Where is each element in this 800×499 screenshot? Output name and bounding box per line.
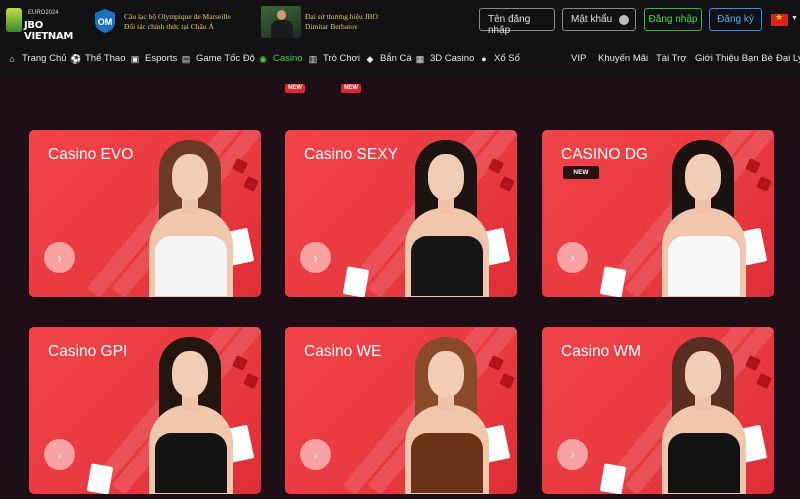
new-badge: NEW — [563, 166, 599, 179]
nav-item-vip[interactable]: VIP — [571, 53, 586, 67]
nav-item-casino[interactable]: ◉ Casino — [258, 53, 303, 67]
nav-item-sports[interactable]: ⚽ Thể Thao — [70, 53, 126, 67]
game-card-title: CASINO DG — [561, 146, 648, 163]
game-card-casino-gpi[interactable]: Casino GPI › — [29, 327, 261, 494]
playing-cards-icon — [599, 463, 627, 494]
ambassador-line-1: Đại sứ thương hiệu JBO — [305, 12, 378, 21]
dealer-image — [650, 335, 768, 494]
sponsor-icon — [6, 8, 22, 32]
nav-label: Bắn Cá — [380, 53, 412, 64]
partner-text: Câu lạc bộ Olympique de Marseille Đối tá… — [124, 12, 254, 32]
nav-label: Trang Chủ — [22, 53, 67, 64]
slot-machine-icon: ▥ — [308, 54, 318, 64]
playing-cards-icon — [342, 266, 370, 297]
ambassador-line-2: Dimitar Berbatov — [305, 22, 358, 31]
chevron-right-icon[interactable]: › — [44, 439, 75, 470]
game-card-casino-dg[interactable]: CASINO DG NEW › — [542, 130, 774, 297]
site-logo[interactable]: EURO2024 JBO VIETNAM — [6, 6, 84, 42]
nav-label: Trò Chơi — [323, 53, 361, 64]
nav-item-referral[interactable]: Giới Thiệu Bạn Bè — [695, 53, 773, 67]
username-input[interactable]: Tên đăng nhập — [479, 8, 555, 36]
language-selector[interactable]: ▼ — [771, 12, 798, 28]
chevron-right-icon[interactable]: › — [557, 439, 588, 470]
login-button[interactable]: Đăng nhập — [644, 8, 702, 31]
game-card-casino-evo[interactable]: Casino EVO › — [29, 130, 261, 297]
chevron-right-icon[interactable]: › — [44, 242, 75, 273]
game-card-casino-we[interactable]: Casino WE › — [285, 327, 517, 494]
soccer-ball-icon: ⚽ — [70, 54, 82, 64]
gamepad-icon: ▣ — [130, 54, 140, 64]
logo-brand: JBO VIETNAM — [24, 20, 74, 42]
dealer-image — [393, 335, 511, 494]
game-card-title: Casino SEXY — [304, 146, 398, 163]
dealer-image — [393, 138, 511, 297]
nav-item-3d-casino[interactable]: ▦ 3D Casino — [415, 53, 475, 67]
game-card-title: Casino EVO — [48, 146, 134, 163]
nav-item-lottery[interactable]: ● Xổ Số — [479, 53, 520, 67]
playing-cards-icon — [599, 266, 627, 297]
chevron-right-icon[interactable]: › — [300, 242, 331, 273]
om-club-icon: OM — [95, 9, 115, 33]
ambassador-photo — [261, 6, 301, 38]
nav-item-agent[interactable]: Đại Lý — [776, 53, 800, 67]
password-placeholder: Mật khẩu — [571, 14, 613, 25]
nav-label: 3D Casino — [430, 53, 475, 64]
dealer-image — [137, 335, 255, 494]
ambassador-text: Đại sứ thương hiệu JBO Dimitar Berbatov — [305, 12, 405, 32]
game-card-casino-sexy[interactable]: Casino SEXY › — [285, 130, 517, 297]
password-input[interactable]: Mật khẩu — [562, 8, 636, 31]
new-badge: NEW — [285, 84, 305, 93]
nav-label: Xổ Số — [494, 53, 520, 64]
vietnam-flag-icon — [771, 12, 788, 26]
nav-item-speed-games[interactable]: ▤ Game Tốc Độ — [181, 53, 255, 67]
nav-item-fishing[interactable]: ◆ Bắn Cá — [365, 53, 412, 67]
main-nav: ⌂ Trang Chủ ⚽ Thể Thao ▣ Esports ▤ Game Tốc … — [0, 42, 800, 93]
game-card-title: Casino WE — [304, 343, 382, 360]
register-button[interactable]: Đăng ký — [709, 8, 762, 31]
partner-line-1: Câu lạc bộ Olympique de Marseille — [124, 12, 231, 21]
chevron-right-icon[interactable]: › — [300, 439, 331, 470]
chevron-down-icon: ▼ — [791, 15, 798, 22]
nav-item-esports[interactable]: ▣ Esports — [130, 53, 177, 67]
nav-label: Game Tốc Độ — [196, 53, 255, 64]
new-badge: NEW — [341, 84, 361, 93]
nav-label: Casino — [273, 53, 303, 64]
partner-line-2: Đối tác chính thức tại Châu Á — [124, 22, 214, 31]
game-card-title: Casino WM — [561, 343, 642, 360]
game-card-casino-wm[interactable]: Casino WM › — [542, 327, 774, 494]
home-icon: ⌂ — [9, 54, 15, 64]
nav-item-sponsorship[interactable]: Tài Trợ — [656, 53, 687, 67]
cube-icon: ▦ — [415, 54, 425, 64]
top-header: EURO2024 JBO VIETNAM OM Câu lạc bộ Olymp… — [0, 0, 800, 42]
fish-icon: ◆ — [366, 54, 374, 64]
chevron-right-icon[interactable]: › — [557, 242, 588, 273]
lottery-ball-icon: ● — [481, 54, 487, 64]
dealer-image — [650, 138, 768, 297]
dealer-image — [137, 138, 255, 297]
game-card-title: Casino GPI — [48, 343, 128, 360]
nav-item-games[interactable]: ▥ Trò Chơi — [308, 53, 360, 67]
nav-label: Thể Thao — [85, 53, 126, 64]
playing-cards-icon — [86, 463, 114, 494]
show-password-icon[interactable] — [619, 15, 629, 25]
nav-label: Esports — [145, 53, 178, 64]
nav-item-promotions[interactable]: Khuyến Mãi — [598, 53, 648, 67]
username-placeholder: Tên đăng nhập — [488, 14, 531, 36]
nav-item-home[interactable]: ⌂ Trang Chủ — [7, 53, 67, 67]
svg-text:OM: OM — [98, 17, 113, 27]
casino-chip-icon: ◉ — [259, 54, 267, 64]
speed-game-icon: ▤ — [181, 54, 191, 64]
logo-subtitle: EURO2024 — [28, 10, 59, 16]
